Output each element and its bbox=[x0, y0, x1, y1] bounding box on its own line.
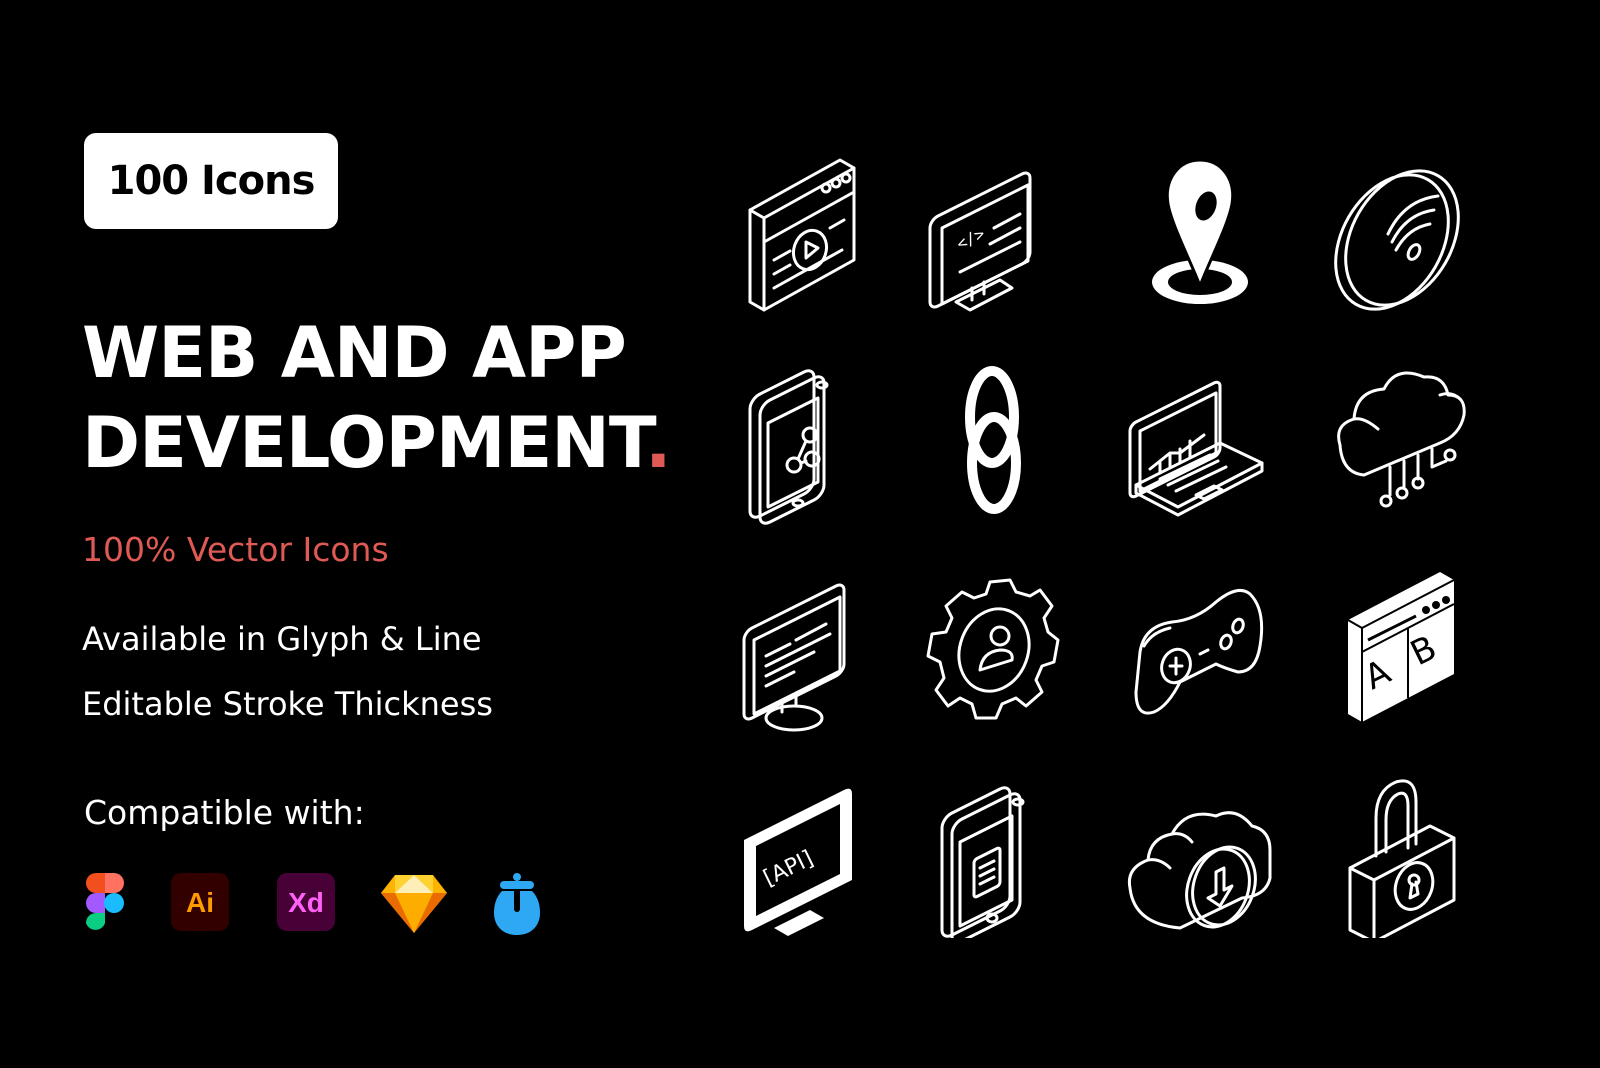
icon-count-badge: 100 Icons bbox=[84, 133, 338, 229]
code-monitor-icon: </> bbox=[920, 150, 1080, 320]
xd-icon: Xd bbox=[277, 873, 335, 935]
analytics-laptop-icon bbox=[1120, 355, 1280, 525]
title-accent-dot: . bbox=[645, 402, 672, 484]
padlock-icon bbox=[1320, 768, 1480, 938]
illustrator-icon: Ai bbox=[171, 873, 229, 935]
icon-count-label: 100 Icons bbox=[107, 158, 316, 204]
user-settings-gear-icon bbox=[920, 562, 1080, 732]
sketch-icon bbox=[381, 873, 447, 935]
feature-editable-stroke: Editable Stroke Thickness bbox=[82, 685, 493, 723]
title-line-1: WEB AND APP bbox=[82, 312, 627, 394]
compatible-label: Compatible with: bbox=[84, 793, 365, 832]
subtitle: 100% Vector Icons bbox=[82, 530, 389, 569]
title-line-2: DEVELOPMENT bbox=[82, 402, 646, 484]
svg-text:Ai: Ai bbox=[186, 887, 214, 918]
video-browser-icon bbox=[730, 150, 890, 320]
ab-testing-browser-icon: A B bbox=[1320, 562, 1480, 732]
api-monitor-icon: [API] bbox=[730, 768, 890, 938]
feature-glyph-line: Available in Glyph & Line bbox=[82, 620, 482, 658]
figma-icon bbox=[84, 873, 126, 935]
cloud-download-icon bbox=[1120, 768, 1280, 938]
clipboard-smartphone-icon bbox=[920, 768, 1080, 938]
wifi-disc-icon bbox=[1320, 150, 1480, 320]
share-smartphone-icon bbox=[730, 355, 890, 525]
svg-text:Xd: Xd bbox=[288, 887, 324, 918]
svg-text:</>: </> bbox=[953, 224, 987, 254]
location-pin-icon bbox=[1120, 150, 1280, 320]
compatible-apps: Ai Xd bbox=[84, 873, 554, 935]
page-title: WEB AND APP DEVELOPMENT. bbox=[82, 308, 672, 488]
iconjar-icon bbox=[494, 873, 540, 935]
text-monitor-icon bbox=[730, 562, 890, 732]
cloud-network-icon bbox=[1320, 355, 1480, 525]
chain-link-icon bbox=[920, 355, 1080, 525]
gamepad-icon bbox=[1120, 562, 1280, 732]
